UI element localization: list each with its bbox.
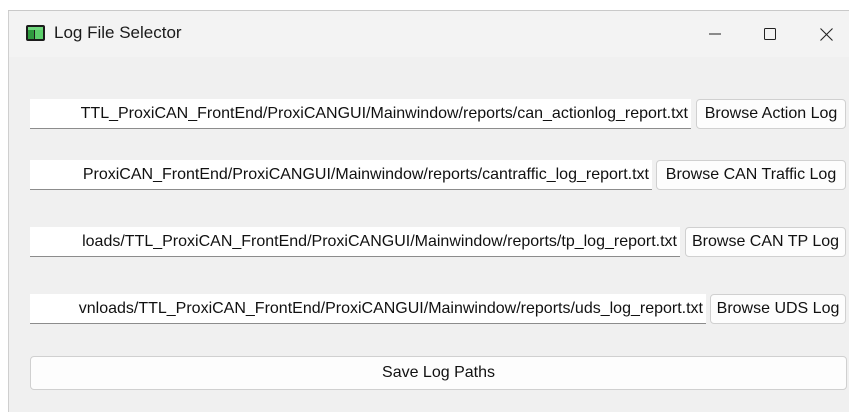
close-icon [819, 27, 833, 41]
can-traffic-log-path-field[interactable]: ProxiCAN_FrontEnd/ProxiCANGUI/Mainwindow… [30, 160, 652, 190]
action-log-path-text: TTL_ProxiCAN_FrontEnd/ProxiCANGUI/Mainwi… [80, 105, 688, 122]
title-bar[interactable]: Log File Selector [9, 11, 849, 57]
maximize-button[interactable] [747, 11, 793, 57]
browse-can-traffic-log-button[interactable]: Browse CAN Traffic Log [656, 160, 846, 190]
uds-log-path-text: vnloads/TTL_ProxiCAN_FrontEnd/ProxiCANGU… [78, 300, 703, 317]
app-icon [26, 25, 45, 41]
maximize-icon [764, 28, 776, 40]
action-log-path-field[interactable]: TTL_ProxiCAN_FrontEnd/ProxiCANGUI/Mainwi… [30, 99, 691, 129]
log-file-selector-window: Log File Selector TTL_ProxiCAN_FrontEnd/… [8, 11, 849, 412]
browse-action-log-button[interactable]: Browse Action Log [696, 99, 846, 129]
uds-log-path-field[interactable]: vnloads/TTL_ProxiCAN_FrontEnd/ProxiCANGU… [30, 294, 706, 324]
minimize-button[interactable] [692, 11, 738, 57]
browse-uds-log-button[interactable]: Browse UDS Log [710, 294, 846, 324]
window-title: Log File Selector [54, 23, 182, 42]
screenshot-frame: Log File Selector TTL_ProxiCAN_FrontEnd/… [0, 0, 849, 412]
browse-can-tp-log-button[interactable]: Browse CAN TP Log [685, 227, 846, 257]
can-tp-log-path-field[interactable]: loads/TTL_ProxiCAN_FrontEnd/ProxiCANGUI/… [30, 227, 680, 257]
minimize-icon [709, 33, 721, 35]
can-traffic-log-path-text: ProxiCAN_FrontEnd/ProxiCANGUI/Mainwindow… [82, 166, 649, 183]
close-button[interactable] [803, 11, 849, 57]
save-log-paths-button[interactable]: Save Log Paths [30, 356, 847, 390]
can-tp-log-path-text: loads/TTL_ProxiCAN_FrontEnd/ProxiCANGUI/… [82, 233, 677, 250]
